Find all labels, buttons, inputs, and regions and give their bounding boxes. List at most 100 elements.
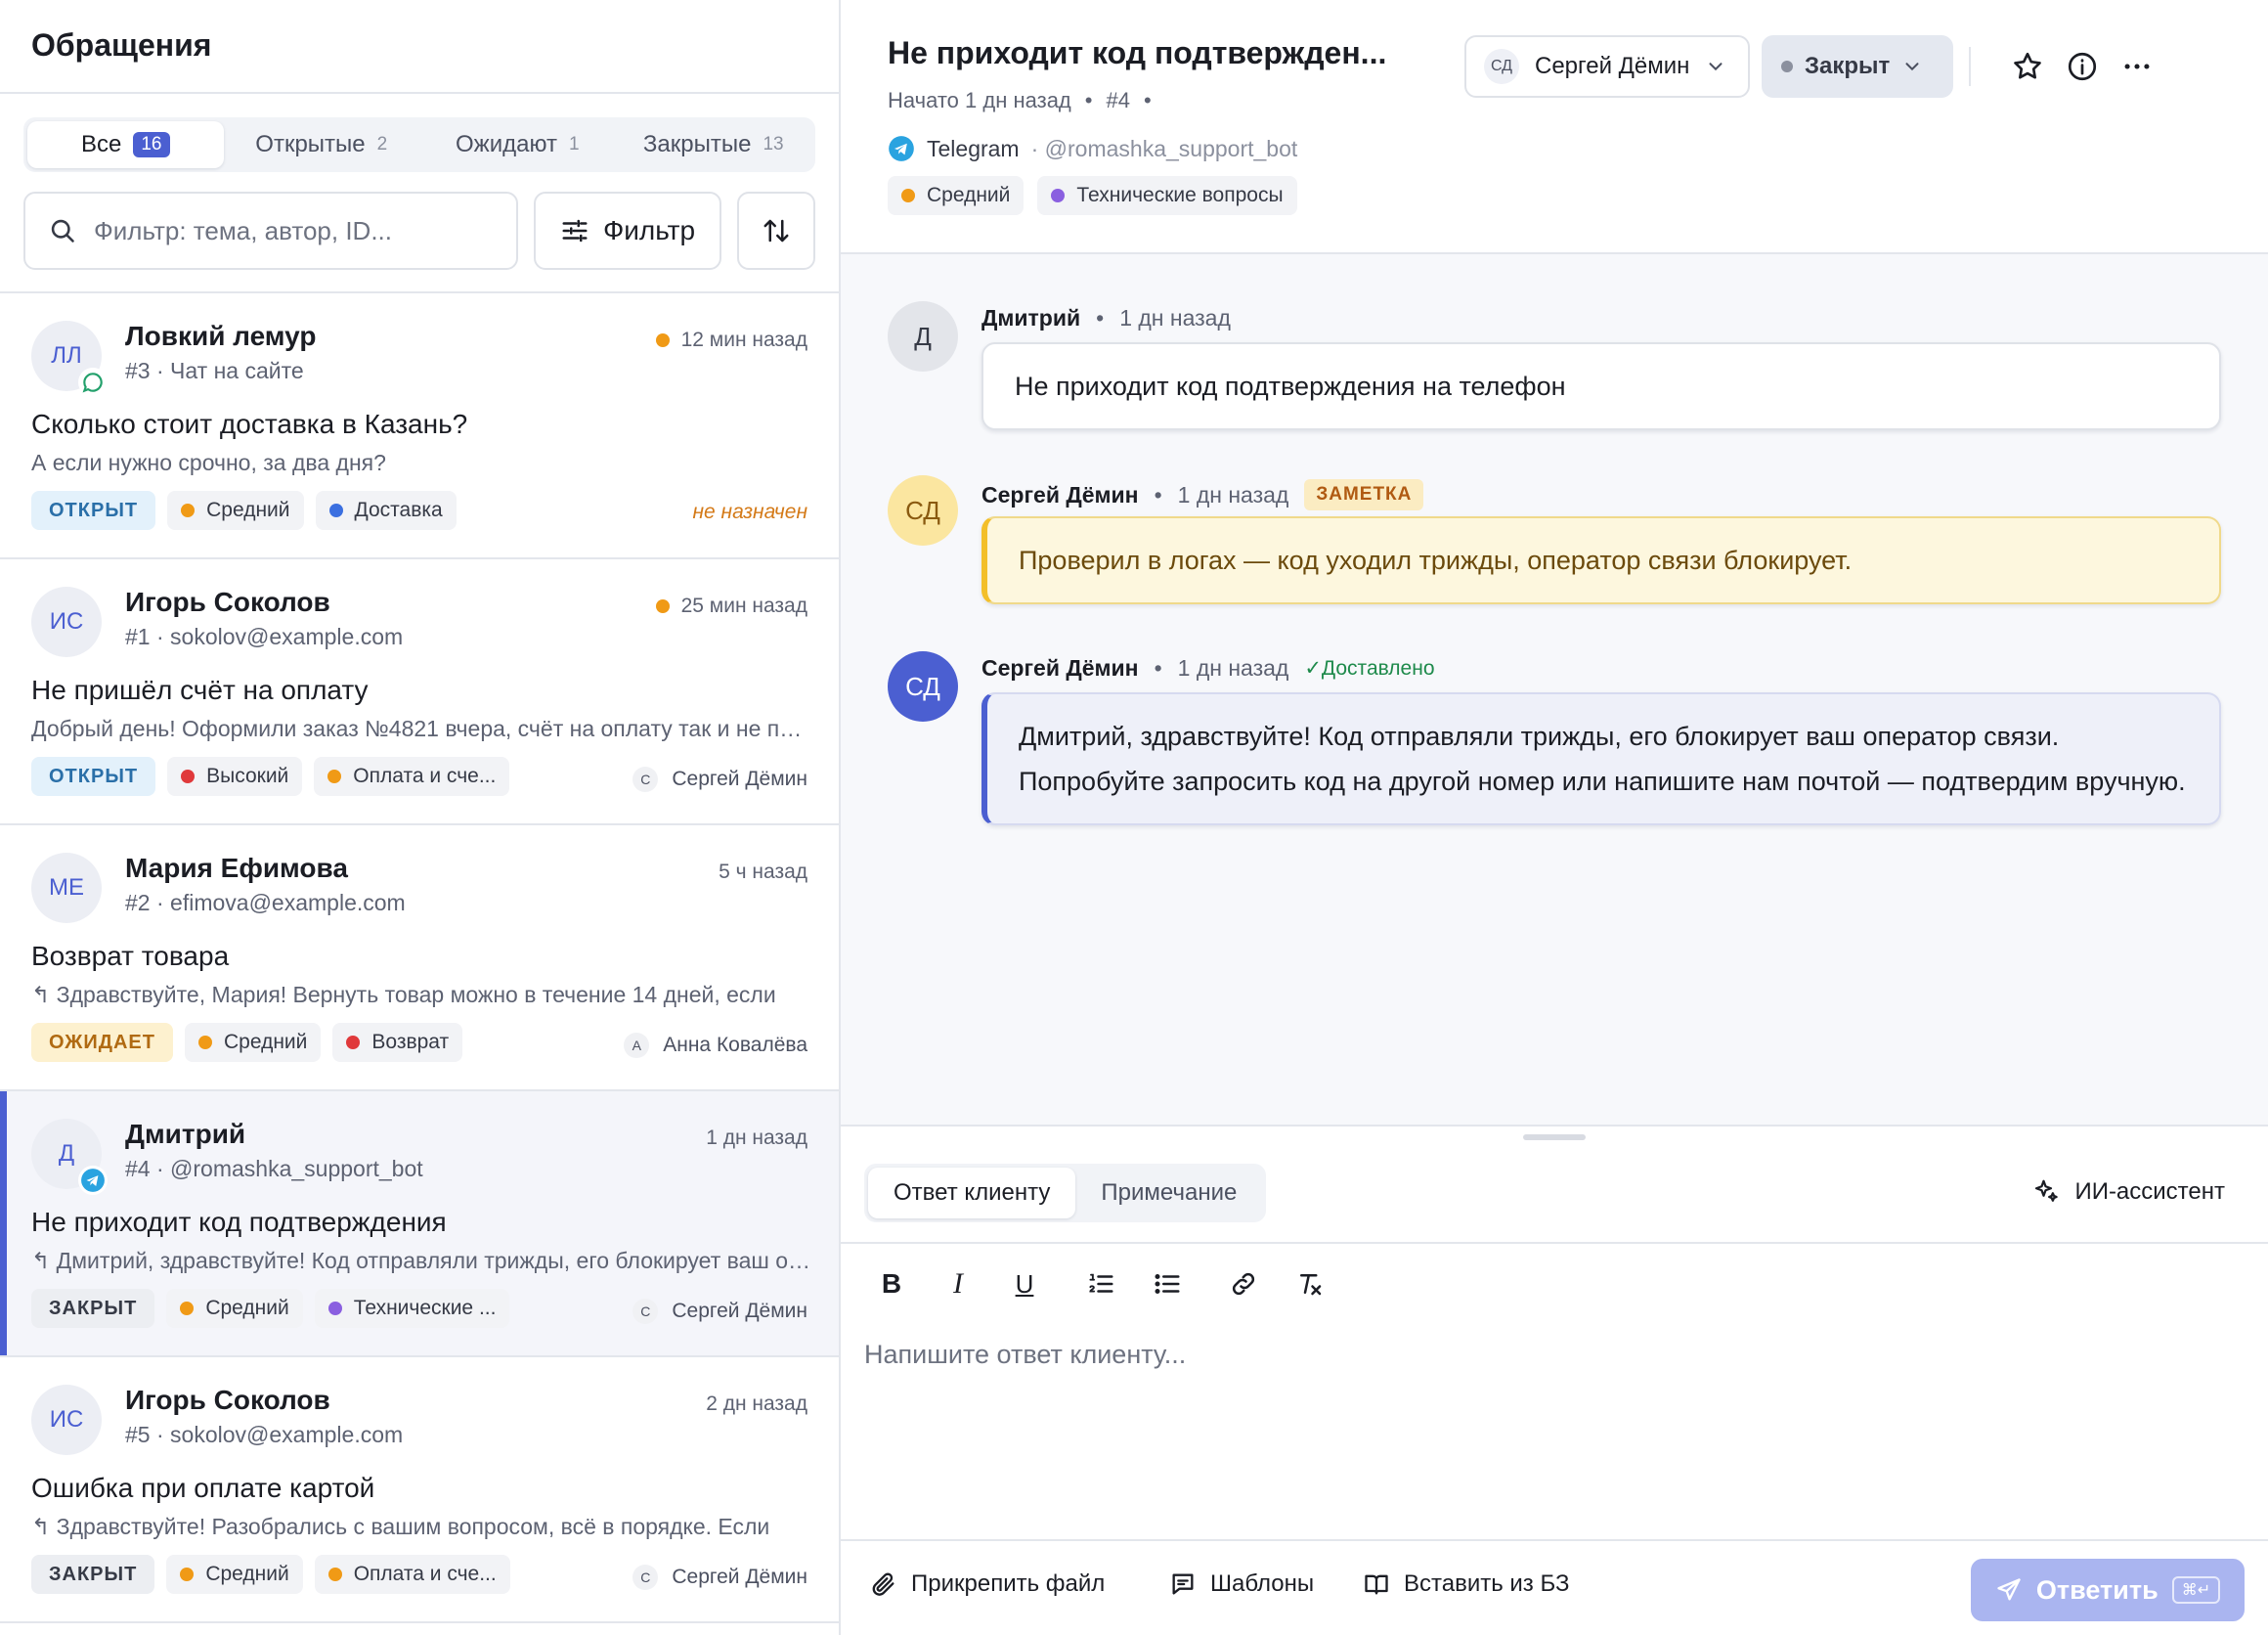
ticket-assignee: не назначен [692, 501, 807, 524]
ticket-row-selected[interactable]: Д Дмитрий #4 · @romashka_support_bot 1 д… [0, 1091, 839, 1357]
ticket-row[interactable]: ЛЛ Ловкий лемур #3 · Чат на сайте 12 мин… [0, 293, 839, 559]
book-open-icon [1365, 1574, 1388, 1595]
priority-tag: Средний [166, 1555, 303, 1594]
unassigned-label: не назначен [692, 501, 807, 523]
category-label: Оплата и сче... [353, 1563, 497, 1585]
ordered-list-button[interactable] [1079, 1262, 1122, 1305]
sort-button[interactable] [737, 192, 815, 270]
insert-kb-button[interactable]: Вставить из БЗ [1363, 1570, 1569, 1598]
message-body: Не приходит код подтверждения на телефон [981, 342, 2221, 430]
link-button[interactable] [1222, 1262, 1265, 1305]
attach-file-button[interactable]: Прикрепить файл [870, 1570, 1105, 1598]
tab-open[interactable]: Открытые 2 [224, 121, 420, 168]
send-shortcut: ⌘↵ [2171, 1576, 2221, 1604]
avatar-initials: ИС [49, 608, 84, 635]
ticket-time: 5 ч назад [719, 861, 807, 884]
message-time: 1 дн назад [1119, 305, 1231, 331]
status-badge: ОЖИДАЕТ [31, 1023, 173, 1062]
message-body: Проверил в логах — код уходил трижды, оп… [981, 516, 2221, 604]
ticket-preview: Добрый день! Оформили заказ №4821 вчера,… [31, 716, 813, 741]
tab-count: 13 [763, 134, 784, 155]
ticket-id: #4 [1106, 88, 1130, 112]
avatar: СД [888, 651, 958, 722]
started-label: Начато 1 дн назад [888, 88, 1071, 112]
ticket-list-header: Обращения [0, 0, 839, 94]
ai-assistant-label: ИИ-ассистент [2074, 1178, 2225, 1205]
tab-closed[interactable]: Закрытые 13 [616, 121, 812, 168]
note-badge: ЗАМЕТКА [1304, 479, 1424, 510]
info-icon [2068, 52, 2097, 81]
ticket-time-text: 25 мин назад [680, 595, 807, 617]
star-button[interactable] [2004, 43, 2051, 90]
ticket-time-text: 12 мин назад [680, 329, 807, 351]
info-button[interactable] [2059, 43, 2106, 90]
avatar: ИС [31, 1385, 102, 1455]
templates-button[interactable]: Шаблоны [1169, 1570, 1314, 1598]
tab-all[interactable]: Все 16 [27, 121, 224, 168]
search-box [23, 192, 518, 270]
ticket-list: ЛЛ Ловкий лемур #3 · Чат на сайте 12 мин… [0, 291, 839, 1623]
send-reply-button[interactable]: Ответить ⌘↵ [1971, 1559, 2245, 1621]
clear-format-button[interactable] [1288, 1262, 1331, 1305]
ticket-subject: Не пришёл счёт на оплату [31, 675, 369, 705]
send-icon [1997, 1578, 2021, 1601]
chevron-down-icon [1709, 63, 1723, 71]
search-input[interactable] [94, 215, 465, 246]
category-tag[interactable]: Технические вопросы [1037, 176, 1297, 215]
ordered-list-icon [1089, 1273, 1113, 1293]
assignee-select[interactable]: СД Сергей Дёмин [1464, 35, 1750, 98]
tab-label: Открытые [255, 131, 366, 157]
ticket-row[interactable]: МЕ Мария Ефимова #2 · efimova@example.co… [0, 825, 839, 1091]
status-badge: ОТКРЫТ [31, 491, 156, 530]
ticket-assignee: С Сергей Дёмин [632, 1299, 807, 1324]
clear-format-icon [1300, 1274, 1322, 1296]
reply-composer: Ответ клиенту Примечание ИИ-ассистент B … [841, 1125, 2268, 1635]
resize-handle[interactable] [1523, 1134, 1586, 1140]
more-button[interactable] [2114, 43, 2160, 90]
conversation-header: Не приходит код подтвержден... Начато 1 … [841, 0, 2268, 254]
priority-tag: Средний [166, 1289, 303, 1328]
message-customer: Д Дмитрий • 1 дн назад Не приходит код п… [888, 301, 2221, 438]
message-author: Сергей Дёмин [981, 481, 1139, 508]
filter-button[interactable]: Фильтр [534, 192, 721, 270]
ticket-source: Чат на сайте [170, 358, 304, 383]
channel-name: Telegram [927, 135, 1020, 161]
avatar-initials: МЕ [49, 874, 84, 901]
italic-button[interactable]: I [937, 1262, 980, 1305]
sparkles-icon [2035, 1179, 2059, 1202]
tab-waiting[interactable]: Ожидают 1 [419, 121, 616, 168]
ticket-row[interactable]: ИС Игорь Соколов #1 · sokolov@example.co… [0, 559, 839, 825]
status-select[interactable]: Закрыт [1762, 35, 1953, 98]
ticket-source: @romashka_support_bot [170, 1156, 423, 1181]
ticket-subject: Сколько стоит доставка в Казань? [31, 409, 468, 439]
tab-reply[interactable]: Ответ клиенту [868, 1168, 1076, 1218]
ticket-source: sokolov@example.com [170, 1422, 404, 1447]
priority-tag[interactable]: Средний [888, 176, 1025, 215]
underline-button[interactable]: U [1003, 1262, 1046, 1305]
unread-dot [655, 333, 670, 347]
bold-button[interactable]: B [870, 1262, 913, 1305]
reply-icon: ↰ [31, 1248, 57, 1273]
page-title: Обращения [31, 27, 212, 63]
status-dot [1781, 61, 1793, 72]
message-time: 1 дн назад [1177, 655, 1289, 681]
assignee-avatar: С [632, 767, 659, 792]
star-icon [2014, 52, 2041, 79]
ai-assistant-button[interactable]: ИИ-ассистент [2031, 1177, 2225, 1207]
telegram-icon [78, 1166, 108, 1195]
reply-editor[interactable] [864, 1340, 2233, 1496]
priority-tag: Средний [185, 1023, 322, 1062]
message-square-icon [1172, 1573, 1194, 1595]
priority-label: Средний [206, 499, 290, 521]
ticket-author: Дмитрий [125, 1119, 246, 1149]
sort-icon [763, 219, 789, 243]
ticket-meta: #2 · efimova@example.com [125, 890, 406, 915]
category-tag: Технические ... [314, 1289, 510, 1328]
category-tag: Оплата и сче... [314, 757, 510, 796]
bullet-list-button[interactable] [1146, 1262, 1189, 1305]
category-tag: Оплата и сче... [314, 1555, 510, 1594]
ticket-row[interactable]: ИС Игорь Соколов #5 · sokolov@example.co… [0, 1357, 839, 1623]
tab-note[interactable]: Примечание [1075, 1168, 1262, 1218]
status-badge: ЗАКРЫТ [31, 1555, 155, 1594]
ticket-meta: #3 · Чат на сайте [125, 358, 304, 383]
